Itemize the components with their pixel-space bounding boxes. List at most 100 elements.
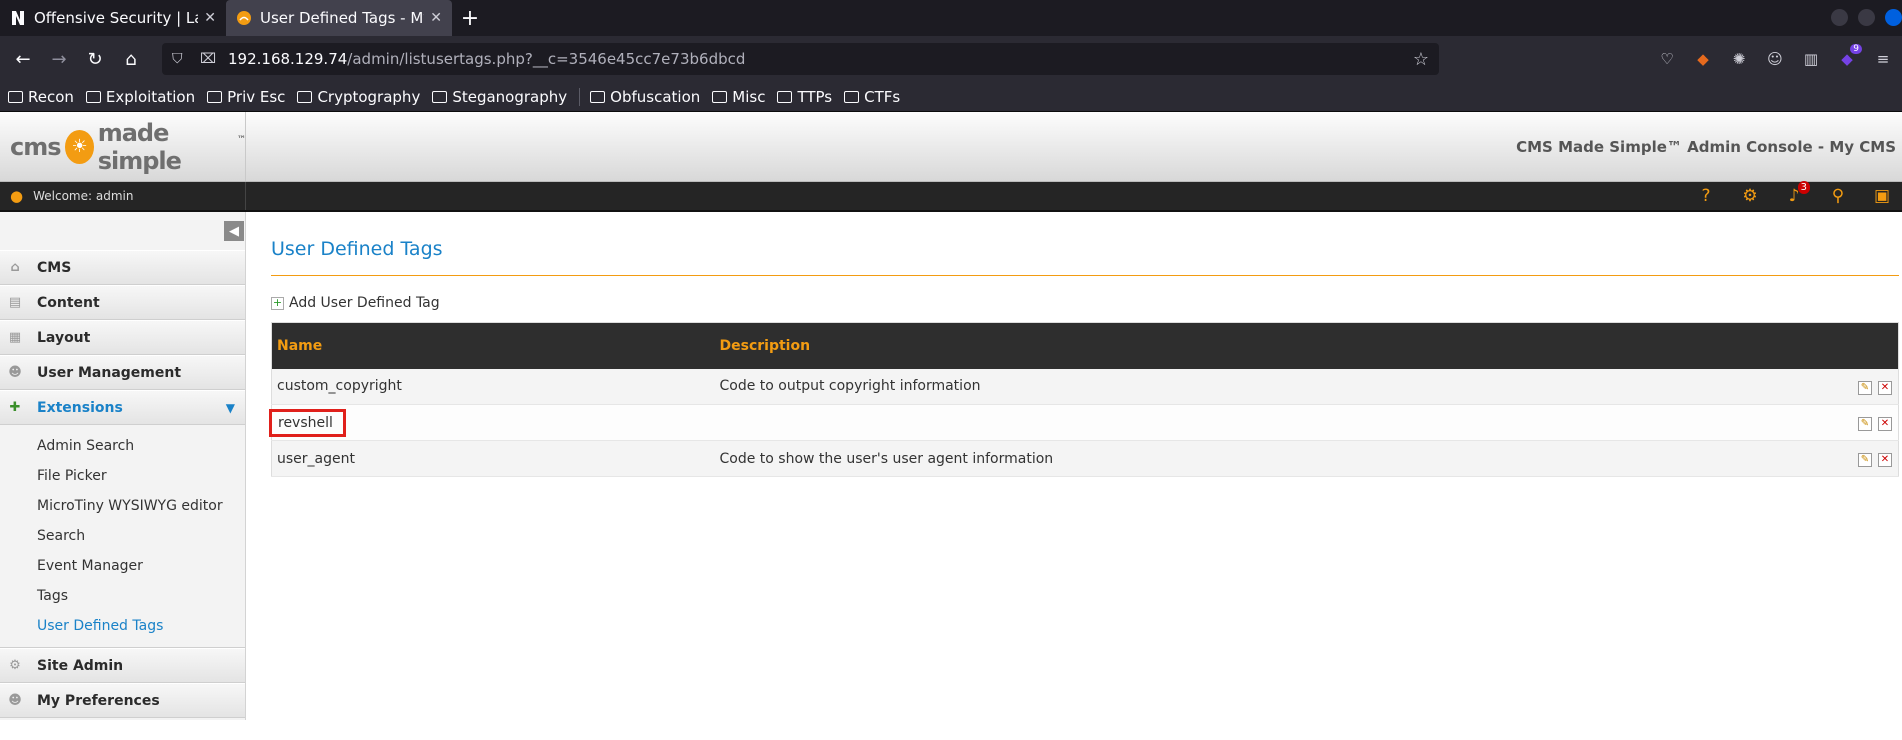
submenu-admin-search[interactable]: Admin Search [0, 431, 245, 461]
reload-icon[interactable]: ↻ [80, 44, 110, 74]
cms-toolbar: ● Welcome: admin ? ⚙ ♪ 3 ⚲ ▣ [0, 181, 1902, 212]
forward-icon[interactable]: → [44, 44, 74, 74]
cms-logo[interactable]: cms ☀ made simple ™ [0, 112, 246, 181]
folder-icon [8, 90, 23, 103]
pocket-icon[interactable]: ♡ [1656, 48, 1678, 70]
bookmark-misc[interactable]: Misc [712, 88, 765, 106]
column-actions [1758, 323, 1898, 369]
user-icon: ☻ [8, 693, 22, 708]
edit-icon[interactable]: ✎ [1858, 417, 1872, 431]
folder-icon [712, 90, 728, 103]
sidebar-item-site-admin[interactable]: ⚙ Site Admin [0, 648, 245, 683]
bookmark-ttps[interactable]: TTPs [777, 88, 832, 106]
submenu-event-manager[interactable]: Event Manager [0, 551, 245, 581]
close-icon[interactable]: ✕ [204, 10, 216, 26]
close-window-icon[interactable] [1885, 9, 1902, 26]
search-icon[interactable]: ⚲ [1826, 184, 1850, 208]
tab-offensive-security[interactable]: Offensive Security | Labs | ✕ [0, 0, 226, 36]
cms-favicon-icon [236, 10, 252, 26]
minimize-icon[interactable] [1831, 9, 1848, 26]
close-icon[interactable]: ✕ [430, 10, 442, 26]
extension-face-icon[interactable]: ☺ [1764, 48, 1786, 70]
collapse-sidebar-icon[interactable]: ◀ [224, 221, 244, 241]
delete-icon[interactable]: ✕ [1878, 380, 1892, 395]
cookie-icon[interactable]: ✺ [1728, 48, 1750, 70]
edit-icon[interactable]: ✎ [1858, 380, 1872, 395]
main-content: User Defined Tags + Add User Defined Tag… [246, 212, 1902, 720]
logout-lock-icon[interactable]: ▣ [1870, 184, 1894, 208]
url-path: /admin/listusertags.php?__c=3546e45cc7e7… [347, 50, 746, 68]
row-actions: ✎ ✕ [1758, 405, 1898, 441]
notification-count: 3 [1797, 181, 1810, 194]
users-icon: ☻ [8, 365, 22, 380]
tab-title: Offensive Security | Labs | [34, 9, 198, 27]
sidebar-item-content[interactable]: ▤ Content [0, 285, 245, 320]
bookmark-cryptography[interactable]: Cryptography [297, 88, 420, 106]
sidebar: ◀ ⌂ CMS ▤ Content ▦ Layout ☻ User Management… [0, 212, 246, 720]
console-title: CMS Made Simple™ Admin Console - My CMS [1516, 137, 1896, 156]
browser-nav-bar: ← → ↻ ⌂ ⛉ ⌧ 192.168.129.74 /admin/listus… [0, 36, 1902, 82]
new-tab-button[interactable]: + [452, 0, 488, 36]
bookmark-exploitation[interactable]: Exploitation [85, 88, 195, 106]
extension-badge: 9 [1850, 44, 1862, 54]
tab-user-defined-tags[interactable]: User Defined Tags - My Cl ✕ [226, 0, 452, 36]
row-actions: ✎ ✕ [1758, 369, 1898, 405]
page-info-icon[interactable]: ⌧ [200, 51, 218, 67]
sidebar-item-layout[interactable]: ▦ Layout [0, 320, 245, 355]
column-name[interactable]: Name [272, 323, 715, 369]
add-user-defined-tag-link[interactable]: + Add User Defined Tag [271, 276, 1899, 322]
sidebar-item-my-preferences[interactable]: ☻ My Preferences [0, 683, 245, 718]
row-name-link[interactable]: custom_copyright [272, 369, 715, 405]
maximize-icon[interactable] [1858, 9, 1875, 26]
sidebar-item-user-management[interactable]: ☻ User Management [0, 355, 245, 390]
menu-icon[interactable]: ≡ [1872, 48, 1894, 70]
notification-bell-icon[interactable]: ♪ 3 [1782, 181, 1810, 208]
table-row: custom_copyright Code to output copyrigh… [271, 368, 1899, 405]
extension-badge-icon[interactable]: ◆ 9 [1836, 44, 1862, 70]
back-icon[interactable]: ← [8, 44, 38, 74]
content-icon: ▤ [8, 295, 22, 310]
offsec-favicon-icon [10, 10, 26, 26]
page-title: User Defined Tags [271, 212, 1899, 276]
row-description [715, 405, 1759, 441]
bookmark-steganography[interactable]: Steganography [432, 88, 567, 106]
help-icon[interactable]: ? [1694, 184, 1718, 208]
submenu-user-defined-tags[interactable]: User Defined Tags [0, 611, 245, 641]
bookmark-star-icon[interactable]: ☆ [1413, 49, 1429, 70]
url-bar[interactable]: ⛉ ⌧ 192.168.129.74 /admin/listusertags.p… [162, 43, 1439, 75]
submenu-search[interactable]: Search [0, 521, 245, 551]
row-name-link[interactable]: revshell [269, 408, 346, 437]
settings-gear-icon[interactable]: ⚙ [1738, 184, 1762, 208]
url-host: 192.168.129.74 [228, 50, 348, 68]
user-icon: ● [10, 187, 24, 205]
submenu-file-picker[interactable]: File Picker [0, 461, 245, 491]
row-name-link[interactable]: user_agent [272, 441, 715, 477]
sidebar-item-cms[interactable]: ⌂ CMS [0, 250, 245, 285]
edit-icon[interactable]: ✎ [1858, 453, 1872, 467]
column-description: Description [719, 337, 811, 354]
delete-icon[interactable]: ✕ [1878, 417, 1892, 431]
table-header-row: Name Description [271, 322, 1899, 369]
sidebar-item-extensions[interactable]: ✚ Extensions ▼ [0, 390, 245, 425]
trash-icon[interactable]: ▥ [1800, 48, 1822, 70]
bookmark-priv-esc[interactable]: Priv Esc [207, 88, 285, 106]
row-name-cell: revshell [269, 405, 715, 441]
bookmark-separator [579, 87, 581, 106]
browser-tab-bar: Offensive Security | Labs | ✕ User Defin… [0, 0, 1902, 36]
toolbar-extensions: ♡ ◆ ✺ ☺ ▥ ◆ 9 ≡ [1656, 44, 1894, 70]
bookmark-recon[interactable]: Recon [8, 88, 74, 106]
folder-icon [85, 90, 101, 103]
submenu-microtiny[interactable]: MicroTiny WYSIWYG editor [0, 491, 245, 521]
submenu-tags[interactable]: Tags [0, 581, 245, 611]
delete-icon[interactable]: ✕ [1878, 453, 1892, 467]
folder-icon [432, 90, 448, 103]
shield-icon[interactable]: ⛉ [172, 51, 190, 67]
bookmark-ctfs[interactable]: CTFs [844, 88, 900, 106]
chevron-down-icon: ▼ [225, 400, 235, 415]
home-icon[interactable]: ⌂ [116, 44, 146, 74]
island-logo-icon: ☀ [64, 129, 94, 164]
bookmark-obfuscation[interactable]: Obfuscation [590, 88, 700, 106]
foxyproxy-icon[interactable]: ◆ [1692, 48, 1714, 70]
welcome-area: ● Welcome: admin [0, 182, 246, 210]
add-icon: + [271, 295, 284, 310]
